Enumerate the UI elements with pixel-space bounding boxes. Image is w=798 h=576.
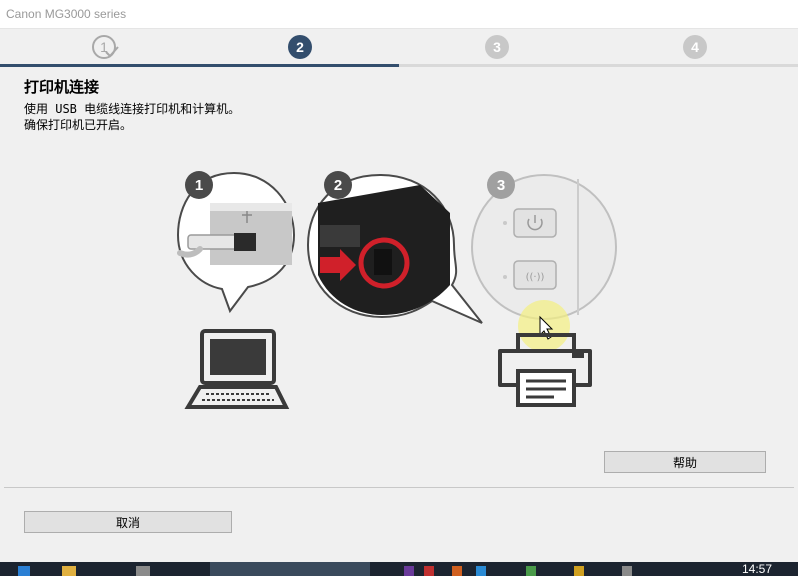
step-4-pending: 4 — [683, 35, 707, 59]
taskbar-app-icon[interactable] — [476, 566, 486, 576]
taskbar-app-icon[interactable] — [526, 566, 536, 576]
checkmark-icon — [105, 46, 119, 58]
taskbar-clock: 14:57 — [741, 562, 772, 576]
callout-2-number: 2 — [334, 177, 342, 194]
window-title: Canon MG3000 series — [6, 7, 127, 21]
step-indicator: 1 2 3 4 — [0, 29, 798, 67]
file-explorer-icon[interactable] — [62, 566, 76, 576]
cancel-button[interactable]: 取消 — [24, 511, 232, 533]
callout-3-number: 3 — [497, 177, 505, 194]
taskbar-app-icon[interactable] — [574, 566, 584, 576]
taskbar-app-icon[interactable] — [452, 566, 462, 576]
step-3-pending: 3 — [485, 35, 509, 59]
progress-fill — [0, 64, 399, 67]
taskbar-app-icon[interactable] — [136, 566, 150, 576]
page-title: 打印机连接 — [24, 78, 100, 96]
start-icon[interactable] — [18, 566, 30, 576]
instruction-line-2: 确保打印机已开启。 — [24, 118, 133, 132]
tray-icon[interactable] — [622, 566, 632, 576]
taskbar-active-window[interactable] — [210, 562, 370, 576]
svg-text:((·)): ((·)) — [526, 272, 545, 283]
installer-window: Canon MG3000 series 1 2 3 4 打印机连接 使用 USB… — [0, 0, 798, 562]
callout-1-number: 1 — [195, 177, 203, 194]
footer-divider — [4, 487, 794, 488]
usb-port-icon — [374, 249, 392, 275]
instruction-line-1: 使用 USB 电缆线连接打印机和计算机。 — [24, 102, 241, 116]
laptop-icon — [184, 329, 290, 409]
step-2-active: 2 — [288, 35, 312, 59]
taskbar-app-icon[interactable] — [404, 566, 414, 576]
connection-illustration: 1 2 ((·)) 3 — [176, 171, 617, 409]
instruction-text: 使用 USB 电缆线连接打印机和计算机。 确保打印机已开启。 — [24, 101, 240, 133]
taskbar: 14:57 — [0, 562, 798, 576]
taskbar-app-icon[interactable] — [424, 566, 434, 576]
help-button[interactable]: 帮助 — [604, 451, 766, 473]
title-bar: Canon MG3000 series — [0, 0, 798, 29]
